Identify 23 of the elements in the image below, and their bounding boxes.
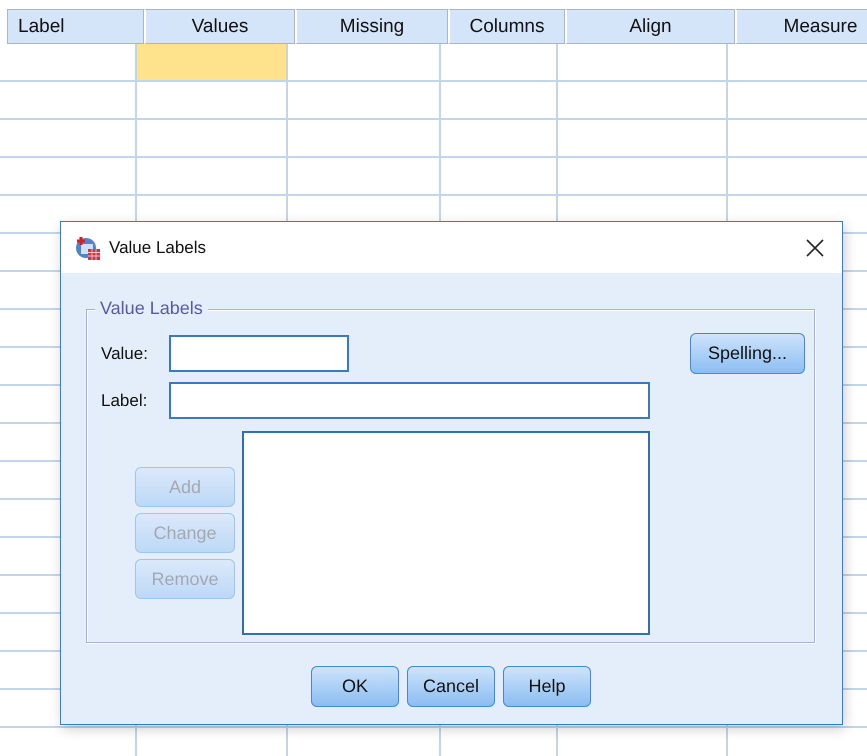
dialog-button[interactable]: OK: [311, 666, 399, 707]
column-header[interactable]: Measure: [735, 9, 867, 44]
column-header[interactable]: Values: [144, 9, 295, 44]
column-header[interactable]: Align: [565, 9, 735, 44]
window-title: Value Labels: [109, 238, 208, 258]
label-input[interactable]: [169, 382, 650, 419]
table-cell[interactable]: [137, 44, 288, 82]
table-cell[interactable]: [0, 44, 137, 82]
table-cell[interactable]: [441, 44, 558, 82]
value-list[interactable]: [242, 431, 650, 635]
value-input[interactable]: [169, 335, 349, 372]
table-icon: [75, 234, 101, 260]
spelling-button[interactable]: Spelling...: [690, 333, 805, 374]
field-label: Value:: [101, 344, 149, 364]
close-icon[interactable]: [806, 238, 824, 256]
dialog-button[interactable]: Cancel: [407, 666, 495, 707]
table-cell[interactable]: [558, 44, 728, 82]
column-header[interactable]: Columns: [448, 9, 565, 44]
column-header[interactable]: Label: [7, 9, 144, 44]
column-header[interactable]: Missing: [295, 9, 448, 44]
field-label: Label:: [101, 390, 148, 410]
dialog-button[interactable]: Help: [503, 666, 591, 707]
table-cell[interactable]: [288, 44, 441, 82]
